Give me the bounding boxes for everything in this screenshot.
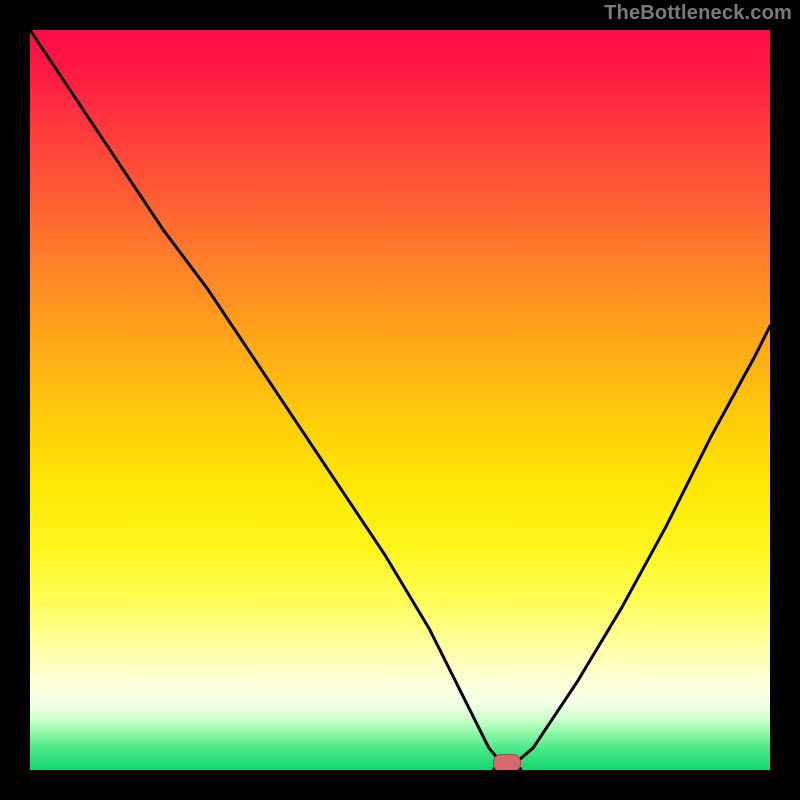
bottleneck-curve	[30, 30, 770, 770]
attribution-label: TheBottleneck.com	[604, 2, 792, 25]
optimal-point-marker	[493, 754, 521, 770]
chart-frame: TheBottleneck.com	[0, 0, 800, 800]
plot-area	[30, 30, 770, 770]
